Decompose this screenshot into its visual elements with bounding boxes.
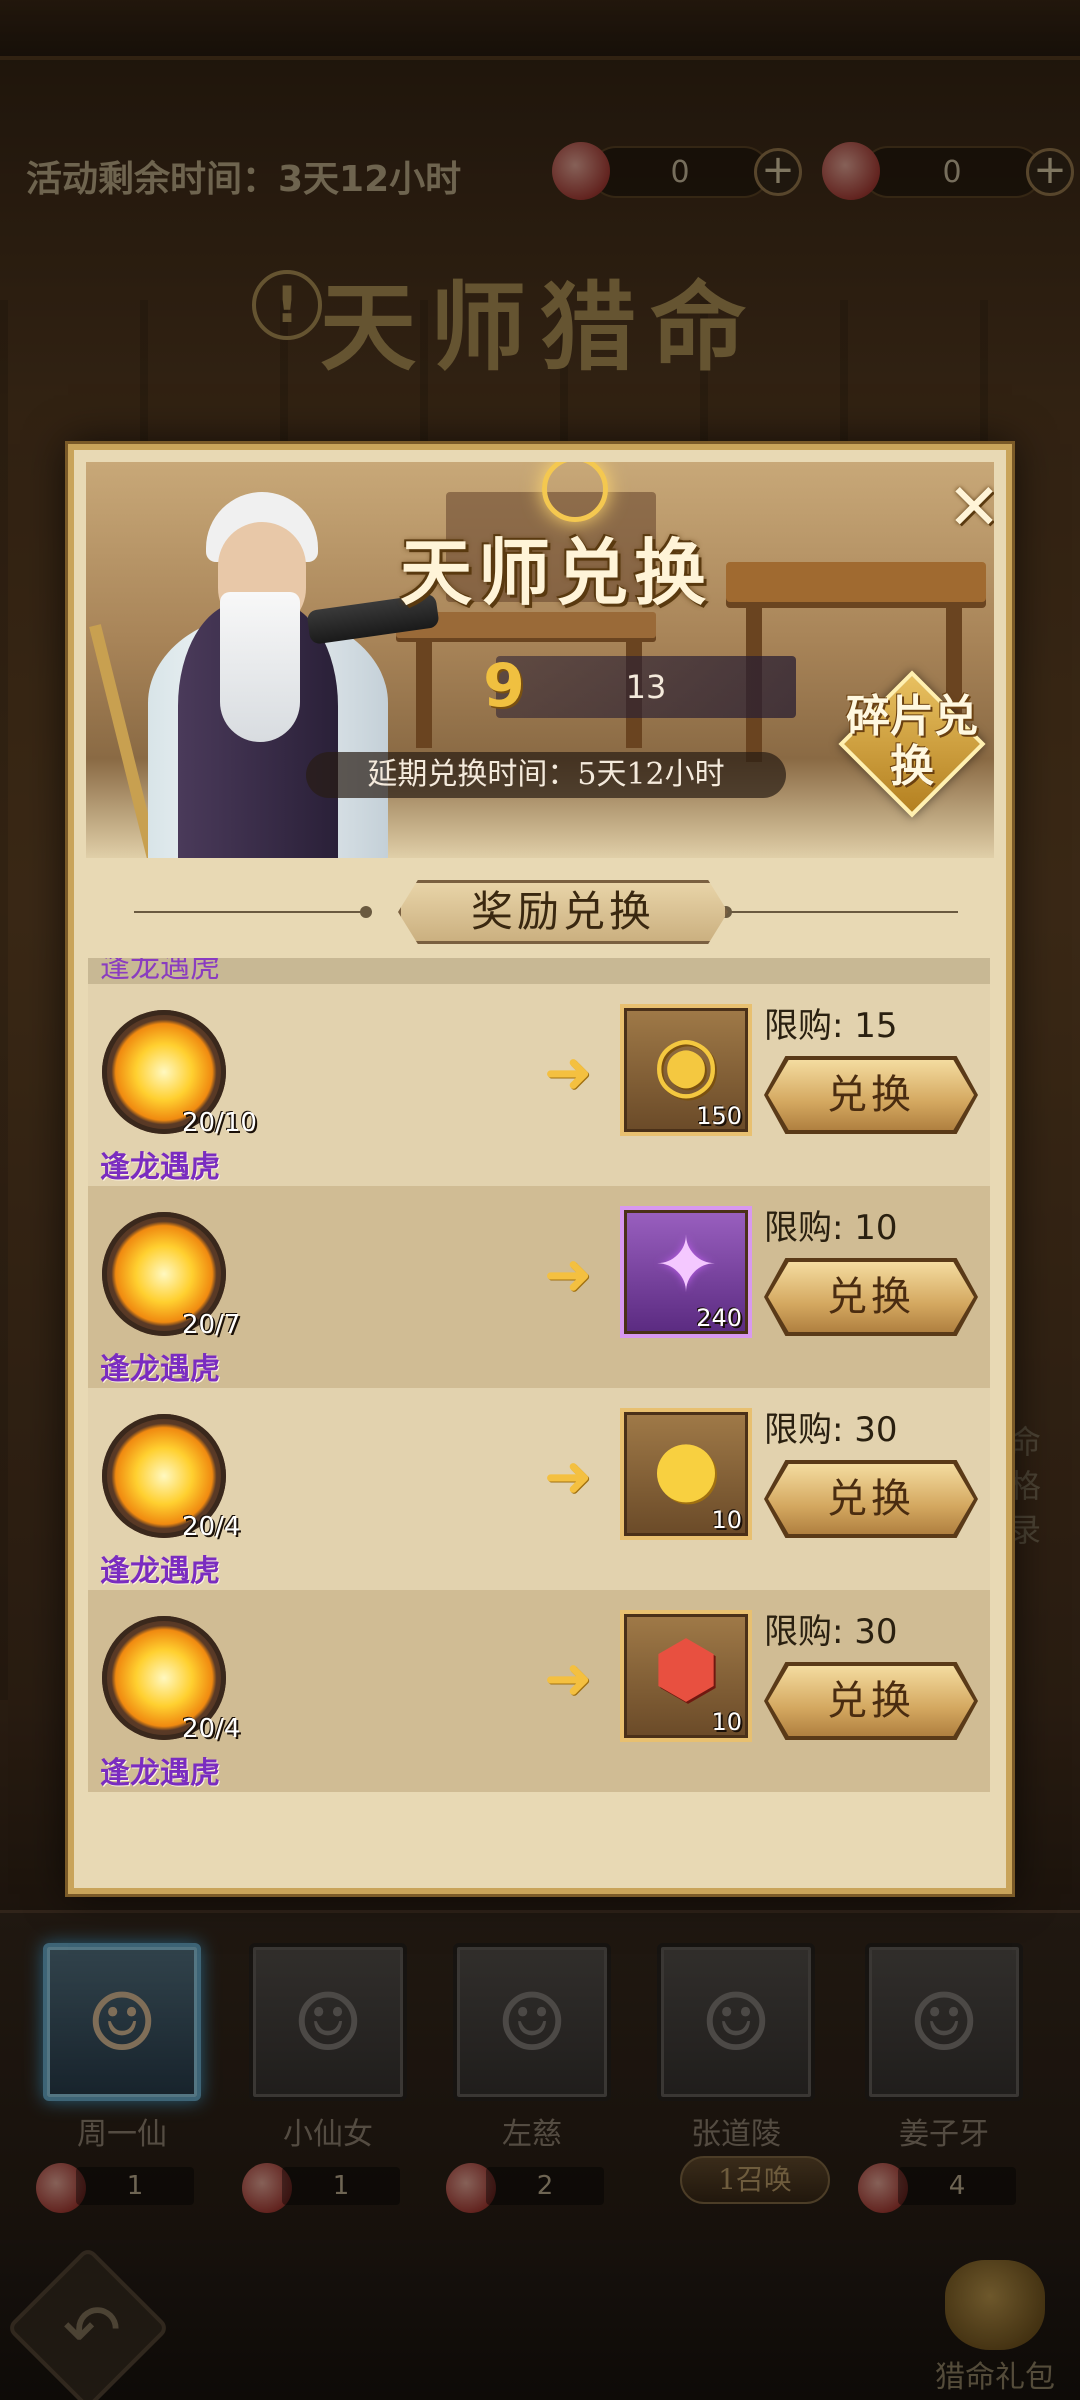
- section-title: 奖励兑换: [398, 880, 728, 944]
- divider-dot: [360, 906, 372, 918]
- list-item: 20/4 逢龙遇虎 ➜ ⬢ 10 限购: 30 兑换: [88, 1590, 990, 1792]
- cost-count: 20/4: [182, 1512, 241, 1542]
- fragment-count: 13: [496, 656, 796, 718]
- purchase-limit: 限购: 30: [764, 1612, 898, 1652]
- cost-item-name: 逢龙遇虎: [100, 958, 220, 984]
- dialog-title: 天师兑换: [399, 530, 712, 615]
- coin-ring-icon: ◉: [652, 1018, 720, 1107]
- gold-cloud-coin-icon: ●: [652, 1422, 720, 1511]
- exchange-button[interactable]: 兑换: [768, 1464, 974, 1534]
- cost-count: 20/4: [182, 1714, 241, 1744]
- close-icon[interactable]: ✕: [944, 476, 994, 540]
- purchase-limit: 限购: 10: [764, 1208, 898, 1248]
- reward-quantity: 150: [696, 1102, 742, 1130]
- list-item: 20/10 逢龙遇虎 ➜ ◉ 150 限购: 15 兑换: [88, 984, 990, 1186]
- reward-item[interactable]: ⬢ 10: [620, 1610, 752, 1742]
- purple-star-icon: ✦: [654, 1220, 718, 1309]
- sage-beard: [220, 592, 300, 742]
- red-swirl-gem-icon: ⬢: [652, 1624, 720, 1713]
- list-item: 20/4 逢龙遇虎 ➜ ● 10 限购: 30 兑换: [88, 1388, 990, 1590]
- arrow-right-icon: ➜: [543, 1038, 593, 1106]
- fragment-icon: 9: [483, 651, 525, 721]
- list-item: 逢龙遇虎: [88, 958, 990, 984]
- reward-quantity: 10: [711, 1708, 742, 1736]
- cost-item-name: 逢龙遇虎: [100, 1756, 220, 1791]
- reward-list[interactable]: 逢龙遇虎 20/10 逢龙遇虎 ➜ ◉ 150 限购: 15 兑换 20/7 逢…: [88, 958, 990, 1864]
- cost-count: 20/10: [182, 1108, 257, 1138]
- dialog-banner: 天师兑换 ✕ 13 9 延期兑换时间：5天12小时 碎片兑换: [86, 462, 994, 858]
- cost-count: 20/7: [182, 1310, 241, 1340]
- arrow-right-icon: ➜: [543, 1442, 593, 1510]
- divider-line: [134, 911, 364, 913]
- arrow-right-icon: ➜: [543, 1644, 593, 1712]
- shard-exchange-button[interactable]: 碎片兑换: [838, 670, 986, 818]
- reward-item[interactable]: ● 10: [620, 1408, 752, 1540]
- exchange-button[interactable]: 兑换: [768, 1262, 974, 1332]
- reward-quantity: 240: [696, 1304, 742, 1332]
- cost-item-name: 逢龙遇虎: [100, 1554, 220, 1589]
- banner-table: [726, 562, 986, 602]
- divider-line: [728, 911, 958, 913]
- reward-item[interactable]: ◉ 150: [620, 1004, 752, 1136]
- cost-item-name: 逢龙遇虎: [100, 1150, 220, 1185]
- cost-item-name: 逢龙遇虎: [100, 1352, 220, 1387]
- exchange-dialog: 天师兑换 ✕ 13 9 延期兑换时间：5天12小时 碎片兑换 奖励兑换 逢龙遇虎…: [68, 444, 1012, 1894]
- purchase-limit: 限购: 30: [764, 1410, 898, 1450]
- list-item: 20/7 逢龙遇虎 ➜ ✦ 240 限购: 10 兑换: [88, 1186, 990, 1388]
- section-header: 奖励兑换: [98, 880, 994, 944]
- exchange-button[interactable]: 兑换: [768, 1666, 974, 1736]
- purchase-limit: 限购: 15: [764, 1006, 898, 1046]
- reward-quantity: 10: [711, 1506, 742, 1534]
- extend-exchange-time: 延期兑换时间：5天12小时: [306, 752, 786, 798]
- exchange-button[interactable]: 兑换: [768, 1060, 974, 1130]
- shard-exchange-label: 碎片兑换: [846, 691, 978, 792]
- reward-item[interactable]: ✦ 240: [620, 1206, 752, 1338]
- arrow-right-icon: ➜: [543, 1240, 593, 1308]
